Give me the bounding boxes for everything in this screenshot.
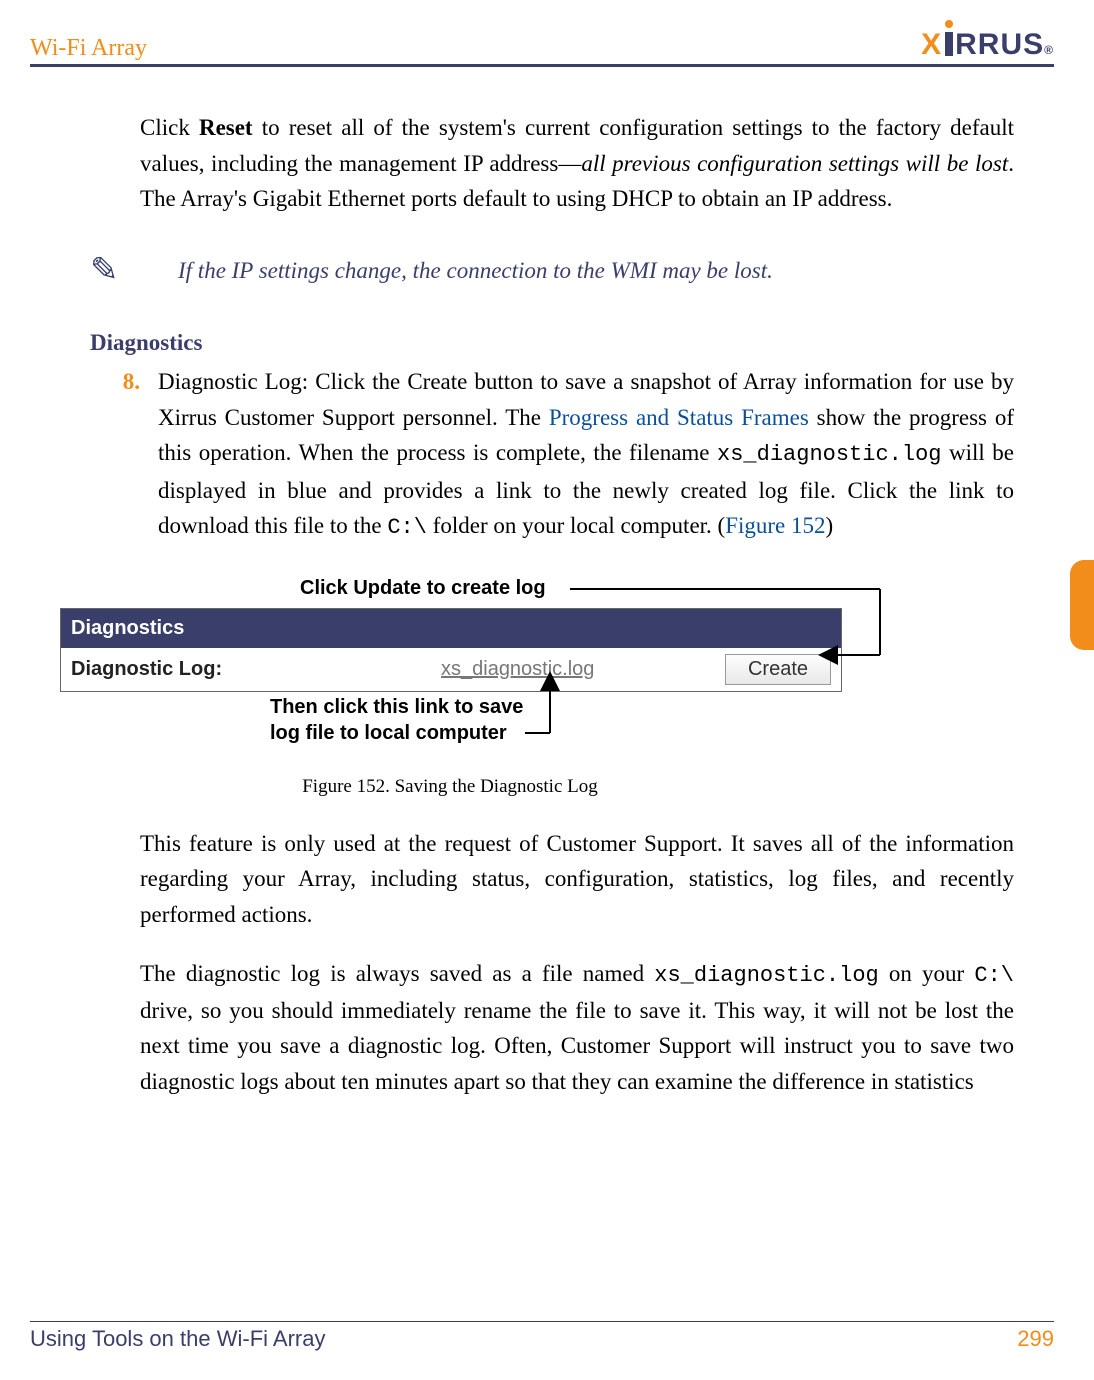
intro-paragraph: Click Reset to reset all of the system's… [140,110,1014,217]
para-customer-support: This feature is only used at the request… [140,826,1014,933]
create-button[interactable]: Create [725,654,831,685]
figure-caption: Figure 152. Saving the Diagnostic Log [60,772,840,801]
xirrus-logo: X RRUS ® [921,28,1054,64]
text: ) [826,513,834,538]
text: Click [140,115,199,140]
text: The diagnostic log is always saved as a … [140,961,654,986]
item-number: 8. [90,364,158,545]
diagnostics-heading: Diagnostics [90,325,1014,361]
text: on your [879,961,975,986]
diag-log-label: Diagnostic Log: [71,654,441,685]
running-head: Wi-Fi Array [30,35,147,64]
logo-x: X [921,28,942,62]
progress-frames-link[interactable]: Progress and Status Frames [549,405,809,430]
callout-line1: Then click this link to save [270,696,523,718]
reset-bold: Reset [199,115,253,140]
page-thumb-tab [1070,560,1094,650]
filename-mono: xs_diagnostic.log [717,442,941,467]
diag-log-bold: Diagnostic Log [158,369,302,394]
diag-panel-header: Diagnostics [61,609,841,648]
diag-log-file-link[interactable]: xs_diagnostic.log [441,654,705,685]
callout-save: Then click this link to save log file to… [270,694,1014,746]
diagnostics-panel: Diagnostics Diagnostic Log: xs_diagnosti… [60,608,842,692]
text: folder on your local computer. ( [427,513,725,538]
filename-mono: xs_diagnostic.log [654,963,878,988]
text: drive, so you should immediately rename … [140,998,1014,1094]
note-text: If the IP settings change, the connectio… [178,253,773,289]
cdrive-mono: C:\ [974,963,1014,988]
note-callout: ✎ If the IP settings change, the connect… [90,253,1014,289]
page-number: 299 [1017,1326,1054,1352]
list-item-8: 8. Diagnostic Log: Click the Create butt… [90,364,1014,545]
footer-section-title: Using Tools on the Wi-Fi Array [30,1326,325,1352]
create-bold: Create [407,369,467,394]
callout-update: Click Update to create log [300,573,1014,604]
pencil-icon: ✎ [90,254,136,288]
text: : Click the [302,369,408,394]
italic-warning: all previous configuration settings will… [581,151,1008,176]
logo-rest: RRUS [955,28,1044,62]
cdrive-mono: C:\ [387,515,427,540]
item-body: Diagnostic Log: Click the Create button … [158,364,1014,545]
para-log-saved: The diagnostic log is always saved as a … [140,956,1014,1100]
logo-reg: ® [1044,43,1054,57]
figure-152-link[interactable]: Figure 152 [725,513,825,538]
logo-i-icon [945,32,953,56]
callout-line2: log file to local computer [270,722,507,744]
